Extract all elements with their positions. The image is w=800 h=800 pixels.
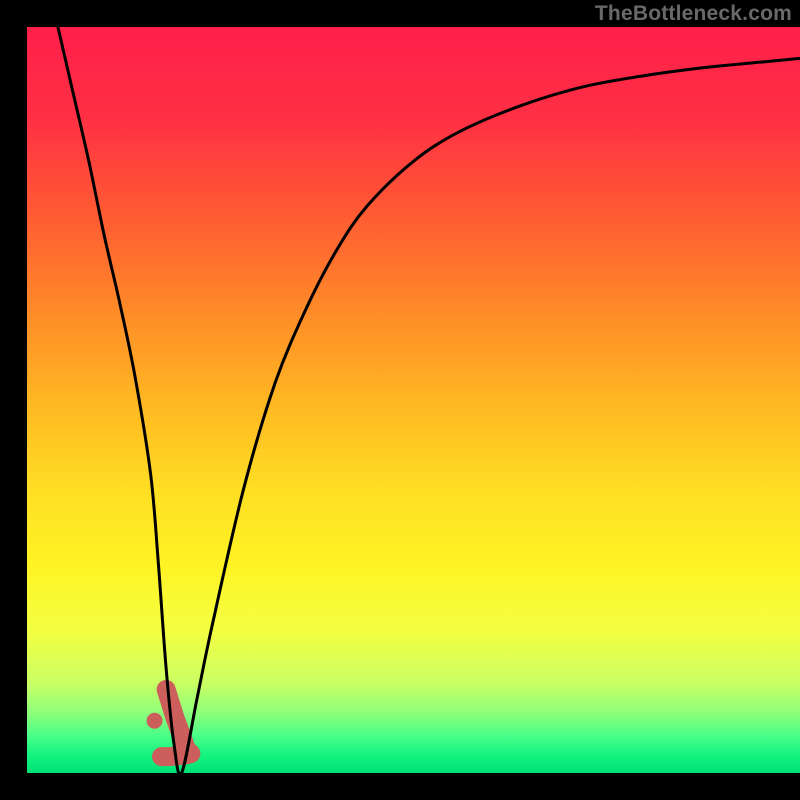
gradient-background bbox=[27, 27, 800, 773]
chart-stage: TheBottleneck.com bbox=[0, 0, 800, 800]
watermark-label: TheBottleneck.com bbox=[595, 2, 792, 26]
marker-dot bbox=[147, 713, 163, 729]
bottleneck-chart bbox=[0, 0, 800, 800]
